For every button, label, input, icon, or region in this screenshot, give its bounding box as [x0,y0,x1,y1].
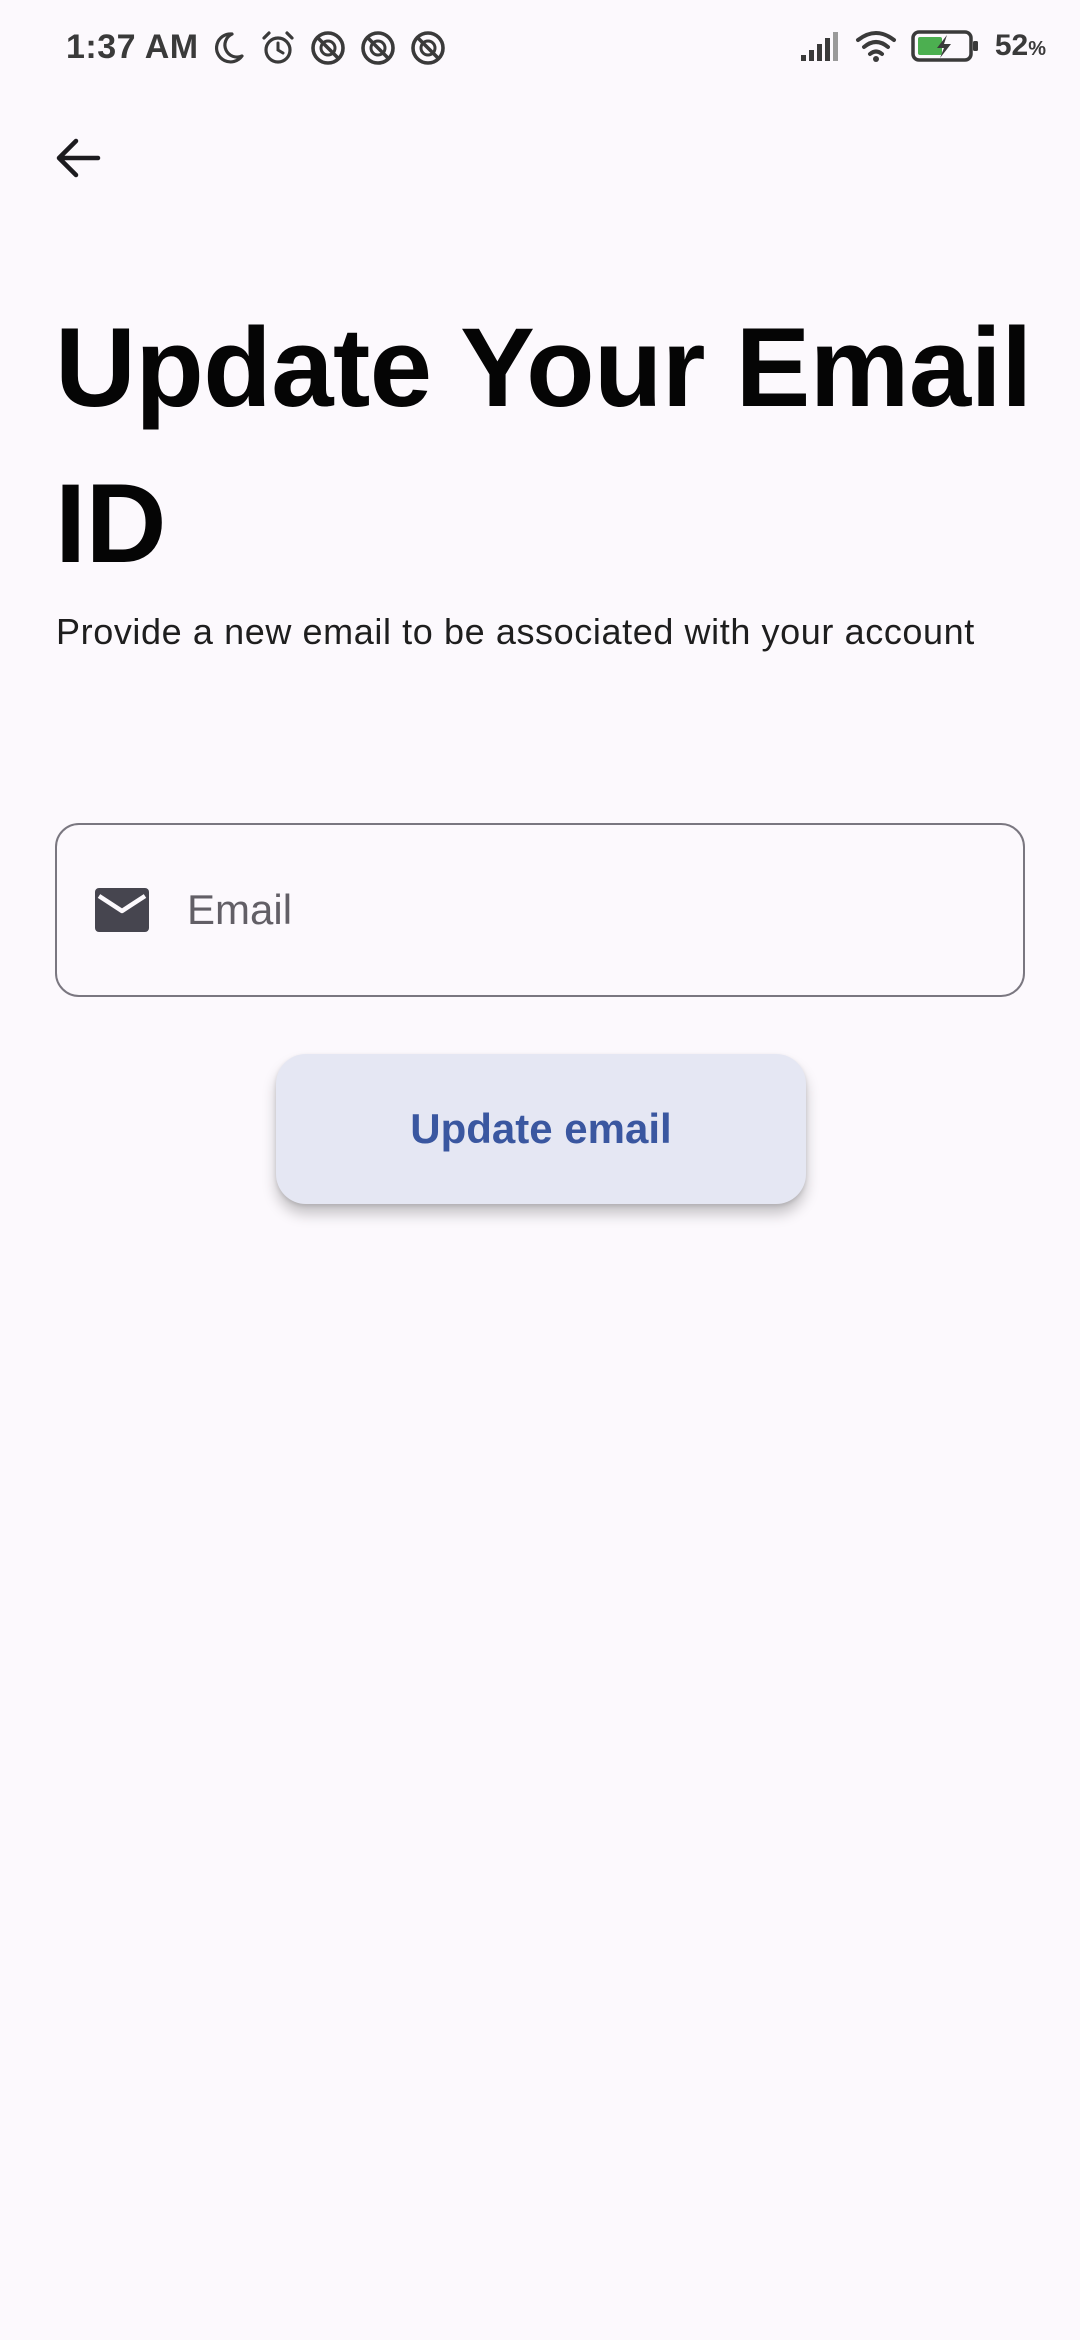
battery-charging-icon [911,30,978,62]
status-icons-left [208,28,448,68]
battery-percentage: 52% [995,29,1046,63]
alarm-icon [262,31,294,64]
status-time: 1:37 AM [66,28,199,66]
mail-icon [93,886,151,934]
arrow-left-icon [56,138,101,178]
blocked-icon [311,31,345,65]
moon-icon [215,32,244,64]
update-email-button[interactable]: Update email [276,1054,806,1204]
page-title: Update Your Email ID [55,305,1032,586]
battery-percentage-unit: % [1028,38,1046,60]
status-icons-right: 52% [799,28,1046,64]
wifi-icon [855,31,896,62]
email-input[interactable] [187,870,987,950]
email-field[interactable] [55,823,1025,997]
battery-percentage-value: 52 [994,29,1029,62]
status-bar: 1:37 AM 52% [0,0,1080,100]
back-button[interactable] [40,120,116,196]
blocked-icon [411,31,445,65]
signal-icon [800,32,838,61]
page-subtitle: Provide a new email to be associated wit… [56,611,975,652]
blocked-icon [361,31,395,65]
